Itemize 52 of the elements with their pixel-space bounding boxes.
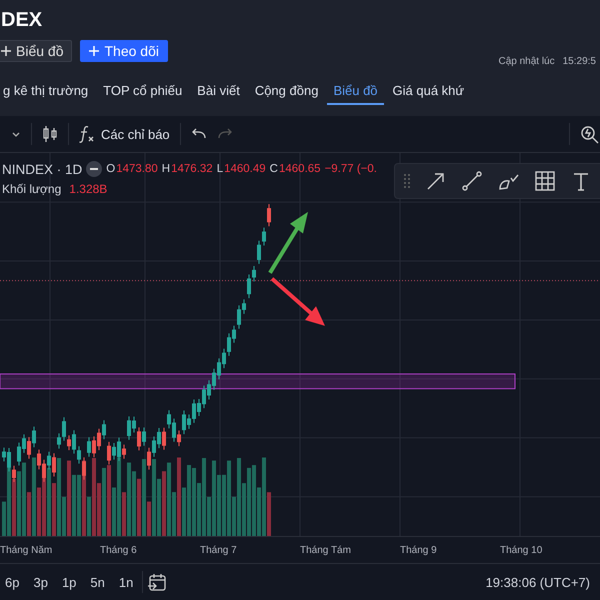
volume-value: 1.328B: [69, 182, 108, 196]
grid-tool-icon[interactable]: [533, 169, 557, 193]
ohlc-value: 1476.32: [171, 163, 213, 175]
axis-label: Tháng 6: [100, 544, 138, 556]
ohlc-value: 1473.80: [116, 163, 158, 175]
symbol-label: NINDEX · 1D: [2, 162, 82, 176]
update-time: 15:29:5: [562, 56, 596, 67]
zone-rectangle[interactable]: [0, 373, 516, 390]
nav-tab[interactable]: Bài viết: [191, 81, 246, 105]
ohlc-key: H: [162, 163, 170, 175]
axis-label: Tháng 10: [500, 544, 544, 556]
candlestick-icon[interactable]: [42, 125, 58, 143]
update-label: Cập nhật lúc: [498, 56, 555, 67]
nav-tab[interactable]: Cộng đồng: [248, 81, 324, 105]
axis-label: Tháng Tám: [300, 544, 352, 556]
ohlc-value: 1460.65: [278, 163, 321, 175]
range-button[interactable]: 5n: [85, 574, 110, 590]
ohlc-key: L: [216, 163, 224, 175]
price-change: −9.77 (−0.: [324, 163, 377, 175]
volume-label: Khối lượng: [2, 182, 62, 196]
ohlc-key: O: [106, 163, 116, 175]
chart-button[interactable]: Biểu đồ: [0, 40, 72, 62]
redo-icon[interactable]: [216, 127, 233, 141]
nav-tab[interactable]: Biểu đồ: [327, 81, 384, 105]
nav-tab[interactable]: TOP cổ phiếu: [97, 81, 188, 105]
page-title: DEX: [1, 9, 44, 32]
axis-label: Tháng 9: [400, 544, 438, 556]
axis-label: Tháng 7: [200, 544, 238, 556]
search-icon[interactable]: [580, 124, 600, 144]
range-button[interactable]: 3p: [28, 574, 53, 590]
clock-time: 19:38:06 (UTC+7): [486, 574, 590, 590]
plus-icon: [89, 46, 100, 56]
function-icon: [79, 125, 95, 143]
range-button[interactable]: 6p: [0, 574, 24, 590]
drag-handle-icon[interactable]: [403, 174, 411, 188]
plus-icon: [1, 46, 11, 56]
collapse-icon[interactable]: [86, 161, 102, 177]
up-arrow[interactable]: [268, 212, 308, 274]
nav-tab[interactable]: Giá quá khứ: [386, 81, 470, 105]
indicators-button[interactable]: Các chỉ báo: [79, 125, 170, 143]
undo-icon[interactable]: [190, 127, 207, 141]
down-arrow[interactable]: [270, 277, 325, 326]
ohlc-value: 1460.49: [224, 163, 266, 175]
text-tool-icon[interactable]: [571, 170, 591, 192]
line-tool-icon[interactable]: [461, 170, 483, 192]
range-button[interactable]: 1p: [56, 574, 82, 590]
nav-tab[interactable]: g kê thị trường: [0, 81, 94, 105]
follow-button[interactable]: Theo dõi: [80, 40, 168, 62]
ohlc-key: C: [270, 163, 278, 175]
axis-label: Tháng Năm: [0, 544, 54, 556]
calendar-icon[interactable]: [147, 572, 168, 592]
range-button[interactable]: 1n: [114, 574, 138, 590]
